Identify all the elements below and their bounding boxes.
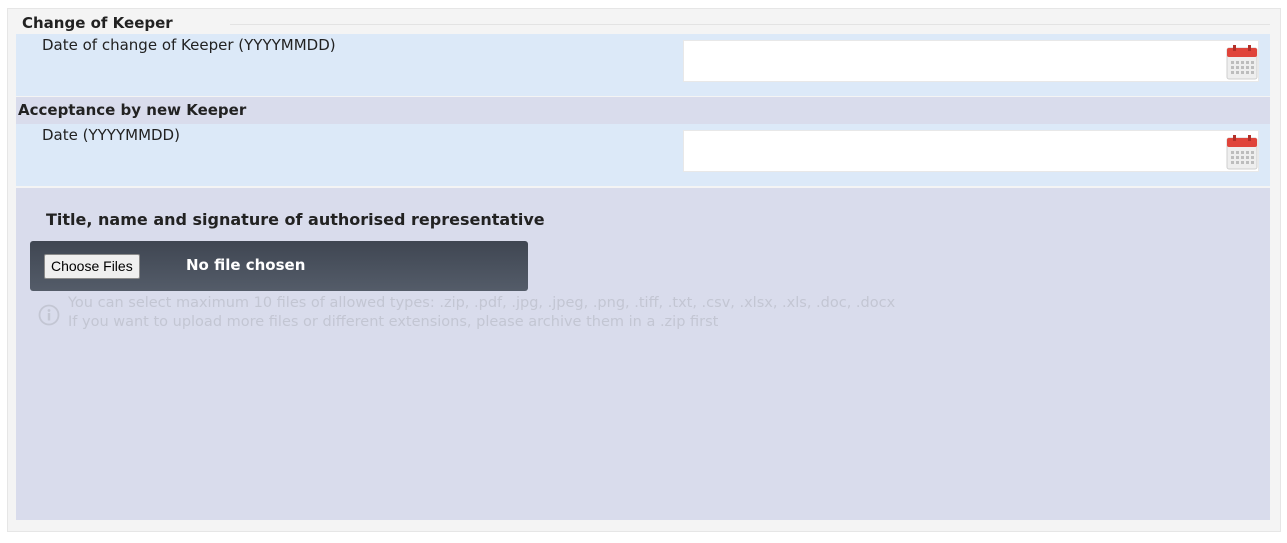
upload-hint-line1: You can select maximum 10 files of allow…	[68, 295, 896, 311]
upload-hint-line2: If you want to upload more files or diff…	[68, 314, 719, 330]
upload-title: Title, name and signature of authorised …	[46, 210, 545, 229]
change-of-keeper-legend: Change of Keeper	[22, 14, 179, 32]
acceptance-date-row: Date (YYYYMMDD)	[16, 124, 1270, 186]
choose-files-button[interactable]: Choose Files	[44, 254, 140, 279]
signature-upload-area: Title, name and signature of authorised …	[16, 188, 1270, 520]
change-date-input[interactable]	[683, 40, 1259, 82]
calendar-icon[interactable]	[1226, 134, 1258, 170]
change-date-label: Date of change of Keeper (YYYYMMDD)	[42, 36, 336, 54]
change-date-row: Date of change of Keeper (YYYYMMDD)	[16, 34, 1270, 96]
acceptance-date-label: Date (YYYYMMDD)	[42, 126, 180, 144]
acceptance-section-header: Acceptance by new Keeper	[16, 97, 1270, 124]
upload-hint: You can select maximum 10 files of allow…	[68, 294, 895, 332]
info-icon	[38, 304, 60, 326]
acceptance-date-input[interactable]	[683, 130, 1259, 172]
file-status-text: No file chosen	[186, 256, 306, 274]
file-input-box[interactable]: Choose Files No file chosen	[30, 241, 528, 291]
acceptance-header-text: Acceptance by new Keeper	[18, 101, 247, 119]
fieldset-border-line	[230, 24, 1270, 25]
calendar-icon[interactable]	[1226, 44, 1258, 80]
